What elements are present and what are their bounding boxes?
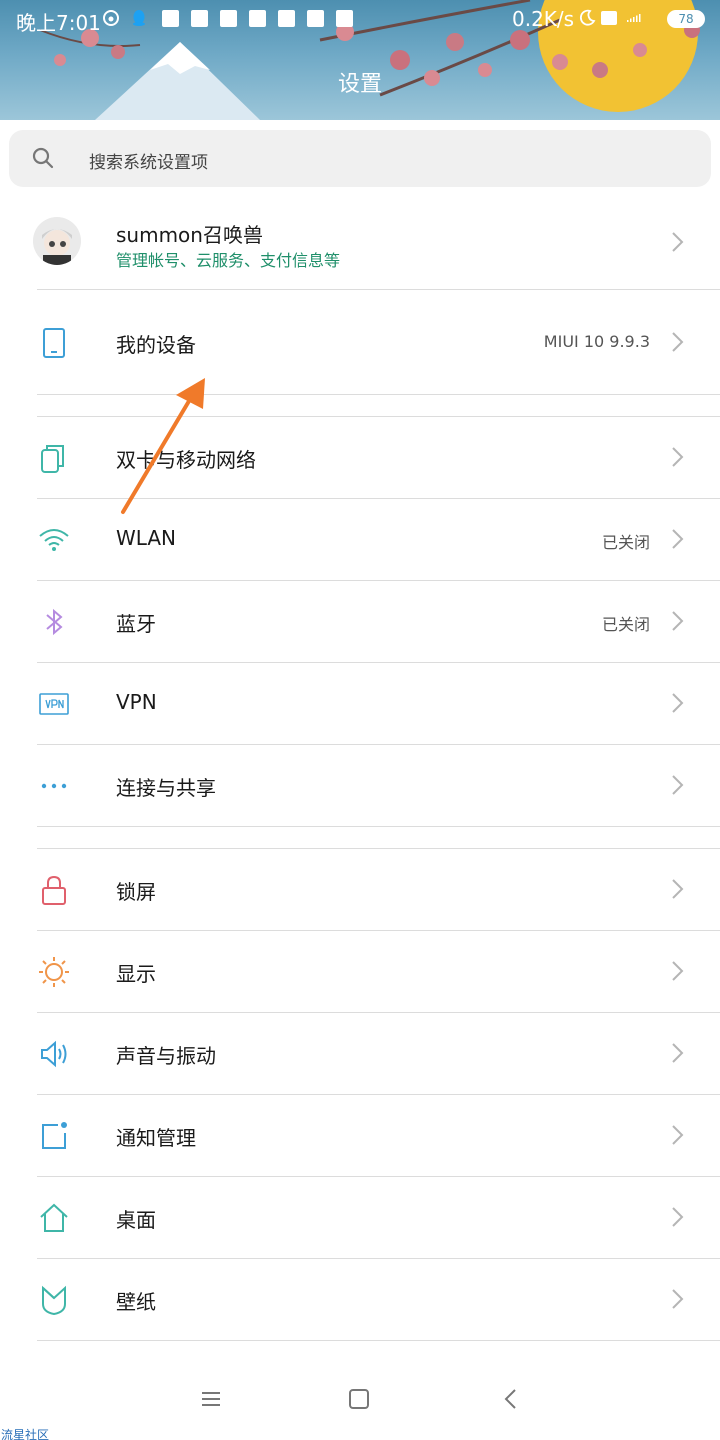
app-notification-icon bbox=[249, 10, 266, 27]
page-title: 设置 bbox=[337, 72, 382, 97]
app-notification-icon bbox=[307, 10, 324, 27]
sun-icon bbox=[39, 957, 69, 987]
chevron-right-icon bbox=[672, 529, 684, 549]
settings-item-label: 我的设备 bbox=[116, 333, 196, 357]
chevron-right-icon bbox=[672, 693, 684, 713]
settings-item-label: 壁纸 bbox=[116, 1290, 156, 1314]
home-square-icon[interactable] bbox=[348, 1388, 370, 1410]
app-notification-icon bbox=[278, 10, 295, 27]
account-name: summon召唤兽 bbox=[116, 223, 263, 247]
settings-item-my-device[interactable]: 我的设备 MIUI 10 9.9.3 bbox=[0, 301, 720, 383]
chevron-right-icon bbox=[672, 1289, 684, 1309]
chevron-right-icon bbox=[672, 1043, 684, 1063]
net-speed: 0.2K/s bbox=[512, 7, 575, 31]
chevron-right-icon bbox=[672, 775, 684, 795]
account-row[interactable]: summon召唤兽 管理帐号、云服务、支付信息等 bbox=[0, 200, 720, 290]
app-notification-icon bbox=[162, 10, 179, 27]
chevron-right-icon bbox=[672, 1125, 684, 1145]
status-bar: 晚上7:01 0.2K/s 78 bbox=[0, 0, 720, 38]
wallpaper-icon bbox=[42, 1285, 66, 1316]
home-icon bbox=[40, 1203, 68, 1232]
navigation-bar bbox=[0, 1362, 720, 1440]
divider bbox=[37, 1340, 720, 1341]
settings-item-value: 已关闭 bbox=[601, 533, 650, 552]
settings-item-label: 蓝牙 bbox=[116, 612, 156, 636]
settings-item-value: MIUI 10 9.9.3 bbox=[543, 332, 650, 351]
settings-item-display[interactable]: 显示 bbox=[0, 930, 720, 1012]
more-dots-icon bbox=[41, 783, 67, 789]
watermark: 流星社区 bbox=[1, 1428, 50, 1440]
signal-icon bbox=[627, 14, 641, 22]
settings-item-lock-screen[interactable]: 锁屏 bbox=[0, 848, 720, 930]
app-notification-icon bbox=[191, 10, 208, 27]
wifi-icon bbox=[39, 529, 69, 551]
settings-item-sound-vibration[interactable]: 声音与振动 bbox=[0, 1012, 720, 1094]
lock-icon bbox=[42, 875, 66, 905]
settings-item-wlan[interactable]: WLAN 已关闭 bbox=[0, 498, 720, 580]
search-placeholder: 搜索系统设置项 bbox=[89, 153, 208, 173]
moon-dnd-icon bbox=[579, 9, 596, 26]
menu-icon[interactable] bbox=[200, 1388, 222, 1410]
vpn-icon bbox=[39, 693, 69, 715]
back-icon[interactable] bbox=[500, 1388, 522, 1410]
header: 晚上7:01 0.2K/s 78 设置 bbox=[0, 0, 720, 120]
settings-item-notifications[interactable]: 通知管理 bbox=[0, 1094, 720, 1176]
settings-item-label: VPN bbox=[116, 690, 157, 714]
chevron-right-icon bbox=[672, 879, 684, 899]
chevron-right-icon bbox=[672, 1207, 684, 1227]
divider bbox=[37, 826, 720, 827]
settings-item-wallpaper[interactable]: 壁纸 bbox=[0, 1258, 720, 1340]
qq-icon bbox=[133, 10, 145, 26]
chevron-right-icon bbox=[672, 232, 684, 252]
bluetooth-icon bbox=[46, 608, 63, 636]
settings-item-home-screen[interactable]: 桌面 bbox=[0, 1176, 720, 1258]
search-icon bbox=[32, 147, 54, 169]
settings-item-bluetooth[interactable]: 蓝牙 已关闭 bbox=[0, 580, 720, 662]
settings-item-label: 双卡与移动网络 bbox=[116, 448, 256, 472]
dual-sim-icon bbox=[41, 445, 64, 473]
status-time: 晚上7:01 bbox=[16, 11, 101, 35]
divider bbox=[37, 289, 720, 290]
settings-item-label: 显示 bbox=[116, 962, 156, 986]
chevron-right-icon bbox=[672, 332, 684, 352]
netease-music-icon bbox=[103, 10, 119, 26]
settings-item-connection-sharing[interactable]: 连接与共享 bbox=[0, 744, 720, 826]
settings-item-label: 连接与共享 bbox=[116, 776, 216, 800]
settings-item-label: 桌面 bbox=[116, 1208, 156, 1232]
speaker-icon bbox=[41, 1040, 67, 1068]
settings-item-value: 已关闭 bbox=[601, 615, 650, 634]
notification-icon bbox=[42, 1122, 67, 1149]
chevron-right-icon bbox=[672, 961, 684, 981]
app-notification-icon bbox=[336, 10, 353, 27]
settings-item-dual-sim[interactable]: 双卡与移动网络 bbox=[0, 416, 720, 498]
chevron-right-icon bbox=[672, 447, 684, 467]
search-bar[interactable]: 搜索系统设置项 bbox=[9, 130, 711, 187]
settings-item-label: 声音与振动 bbox=[116, 1044, 216, 1068]
phone-icon bbox=[43, 328, 65, 358]
divider bbox=[37, 394, 720, 395]
settings-item-label: 通知管理 bbox=[116, 1126, 196, 1150]
hd-icon bbox=[601, 11, 617, 25]
app-notification-icon bbox=[220, 10, 237, 27]
settings-item-vpn[interactable]: VPN bbox=[0, 662, 720, 744]
account-subtitle: 管理帐号、云服务、支付信息等 bbox=[116, 251, 341, 270]
settings-item-label: 锁屏 bbox=[116, 880, 156, 904]
avatar bbox=[33, 217, 81, 265]
chevron-right-icon bbox=[672, 611, 684, 631]
battery-indicator: 78 bbox=[667, 10, 705, 28]
settings-item-label: WLAN bbox=[116, 526, 177, 550]
